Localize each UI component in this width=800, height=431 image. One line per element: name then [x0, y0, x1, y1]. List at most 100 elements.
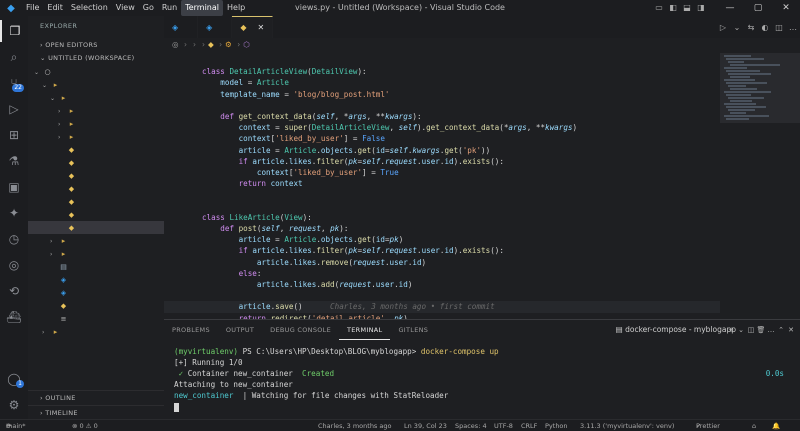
line-ending[interactable]: CRLF	[521, 420, 537, 431]
minimize-button[interactable]: —	[716, 0, 744, 16]
panel-tab-debug-console[interactable]: DEBUG CONSOLE	[262, 320, 339, 340]
cursor-position[interactable]: Ln 39, Col 23	[404, 420, 447, 431]
docker-icon[interactable]: ⛴	[0, 306, 28, 328]
outline-section[interactable]: › OUTLINE	[28, 390, 164, 404]
toggle-secondary-sidebar-icon[interactable]: ◨	[694, 0, 708, 16]
code-line[interactable]: else:	[164, 268, 720, 279]
code-line[interactable]: class LikeArticle(View):	[164, 212, 720, 223]
accounts-icon[interactable]: ◯ 1	[0, 368, 28, 390]
open-changes-icon[interactable]: ⇆	[744, 23, 758, 32]
code-line[interactable]	[164, 100, 720, 111]
more-actions-icon[interactable]: …	[786, 23, 800, 32]
tree-item-db-sqlite3[interactable]: ▤	[28, 260, 164, 273]
code-line[interactable]: if article.likes.filter(pk=self.request.…	[164, 156, 720, 167]
git-blame-status[interactable]: Charles, 3 months ago	[318, 420, 391, 431]
explorer-icon[interactable]: ❐	[0, 20, 28, 42]
gitlens-icon[interactable]: ◎	[0, 254, 28, 276]
problems-indicator[interactable]: ⊗ 0 ⚠ 0	[72, 420, 98, 431]
encoding[interactable]: UTF-8	[494, 420, 513, 431]
code-line[interactable]: def get_context_data(self, *args, **kwar…	[164, 111, 720, 122]
tree-item-urls-py[interactable]: ◆	[28, 208, 164, 221]
minimap-slider[interactable]	[720, 53, 800, 123]
panel-tab-terminal[interactable]: TERMINAL	[339, 321, 391, 340]
timeline-icon[interactable]: ⟲	[0, 280, 28, 302]
customize-layout-icon[interactable]: ▭	[652, 0, 666, 16]
codelens[interactable]	[164, 201, 720, 212]
remote-icon[interactable]: ⌂	[752, 420, 756, 431]
tree-item-requirements-txt[interactable]: ≡	[28, 312, 164, 325]
settings-gear-icon[interactable]: ⚙	[0, 394, 28, 416]
tab-dockerfile[interactable]: ◈	[164, 16, 199, 38]
toggle-sidebar-icon[interactable]: ◧	[666, 0, 680, 16]
code-line[interactable]: context['liked_by_user'] = False	[164, 133, 720, 144]
language-mode[interactable]: Python	[545, 420, 568, 431]
menu-item-edit[interactable]: Edit	[43, 0, 67, 16]
open-editors-section[interactable]: › OPEN EDITORS	[28, 38, 164, 52]
close-panel-icon[interactable]: ✕	[786, 326, 796, 334]
split-editor-icon[interactable]: ◫	[772, 23, 786, 32]
more-actions-icon[interactable]: …	[766, 326, 776, 334]
maximize-button[interactable]: ▢	[744, 0, 772, 16]
tab-docker-compose-yml[interactable]: ◈	[198, 16, 233, 38]
remote-explorer-icon[interactable]: ▣	[0, 176, 28, 198]
tree-item-manage-py[interactable]: ◆	[28, 299, 164, 312]
menu-item-terminal[interactable]: Terminal	[181, 0, 223, 16]
file-history-icon[interactable]: ◷	[0, 228, 28, 250]
code-editor[interactable]: class DetailArticleView(DetailView): mod…	[164, 51, 720, 319]
workspace-section[interactable]: ⌄ UNTITLED (WORKSPACE)	[28, 51, 164, 65]
trash-icon[interactable]: 🗑	[756, 326, 766, 334]
code-line[interactable]: if article.likes.filter(pk=self.request.…	[164, 245, 720, 256]
close-window-button[interactable]: ✕	[772, 0, 800, 16]
maximize-panel-icon[interactable]: ⌃	[776, 326, 786, 334]
tree-item-views-py[interactable]: ◆	[28, 221, 164, 234]
close-tab-icon[interactable]: ✕	[257, 23, 264, 32]
code-line[interactable]: context['liked_by_user'] = True	[164, 167, 720, 178]
python-icon[interactable]: ✦	[0, 202, 28, 224]
code-line[interactable]: context = super(DetailArticleView, self)…	[164, 122, 720, 133]
tree-item-docker-compose-yml[interactable]: ◈	[28, 273, 164, 286]
code-line[interactable]: template_name = 'blog/blog_post.html'	[164, 89, 720, 100]
tree-item-tests-py[interactable]: ◆	[28, 195, 164, 208]
tree-item-templates[interactable]: › ▸	[28, 130, 164, 143]
notifications-bell-icon[interactable]: 🔔	[772, 420, 780, 431]
tree-item-admin-py[interactable]: ◆	[28, 156, 164, 169]
terminal-selector[interactable]: ▤ docker-compose - myblogapp	[616, 320, 736, 340]
code-line[interactable]	[164, 189, 720, 200]
tree-item-init-py[interactable]: ◆	[28, 143, 164, 156]
tree-item-pycache[interactable]: › ▸	[28, 104, 164, 117]
code-line[interactable]: article.likes.remove(request.user.id)	[164, 257, 720, 268]
tree-item-apps-py[interactable]: ◆	[28, 169, 164, 182]
chevron-down-icon[interactable]: ⌄	[736, 326, 746, 334]
new-terminal-icon[interactable]: +	[726, 326, 736, 334]
run-debug-icon[interactable]: ▷	[0, 98, 28, 120]
minimap[interactable]	[720, 51, 800, 319]
extensions-icon[interactable]: ⊞	[0, 124, 28, 146]
menu-item-help[interactable]: Help	[223, 0, 249, 16]
source-control-icon[interactable]: ⑂ 22	[0, 72, 28, 94]
menu-item-go[interactable]: Go	[139, 0, 158, 16]
code-line[interactable]	[164, 290, 720, 301]
tree-item-blog[interactable]: ⌄ ○	[28, 65, 164, 78]
tree-item-blog[interactable]: ⌄ ▸	[28, 91, 164, 104]
panel-tab-gitlens[interactable]: GITLENS	[390, 320, 436, 340]
tree-item-myblogapp[interactable]: ⌄ ▸	[28, 78, 164, 91]
code-line[interactable]: return context	[164, 178, 720, 189]
terminal-output[interactable]: (myvirtualenv) PS C:\Users\HP\Desktop\BL…	[174, 346, 794, 412]
codelens[interactable]	[164, 55, 720, 66]
compare-icon[interactable]: ◐	[758, 23, 772, 32]
code-line[interactable]: article.save() Charles, 3 months ago • f…	[164, 301, 720, 313]
chevron-down-icon[interactable]: ⌄	[730, 23, 744, 32]
tree-item-models-py[interactable]: ◆	[28, 182, 164, 195]
split-terminal-icon[interactable]: ◫	[746, 326, 756, 334]
testing-icon[interactable]: ⚗	[0, 150, 28, 172]
toggle-panel-icon[interactable]: ⬓	[680, 0, 694, 16]
run-python-icon[interactable]: ▷	[716, 23, 730, 32]
menu-item-run[interactable]: Run	[158, 0, 181, 16]
menu-item-view[interactable]: View	[112, 0, 139, 16]
code-line[interactable]: model = Article	[164, 77, 720, 88]
menu-item-file[interactable]: File	[22, 0, 43, 16]
tree-item-users[interactable]: › ▸	[28, 247, 164, 260]
indentation[interactable]: Spaces: 4	[455, 420, 487, 431]
code-line[interactable]: def post(self, request, pk):	[164, 223, 720, 234]
code-line[interactable]: class DetailArticleView(DetailView):	[164, 66, 720, 77]
